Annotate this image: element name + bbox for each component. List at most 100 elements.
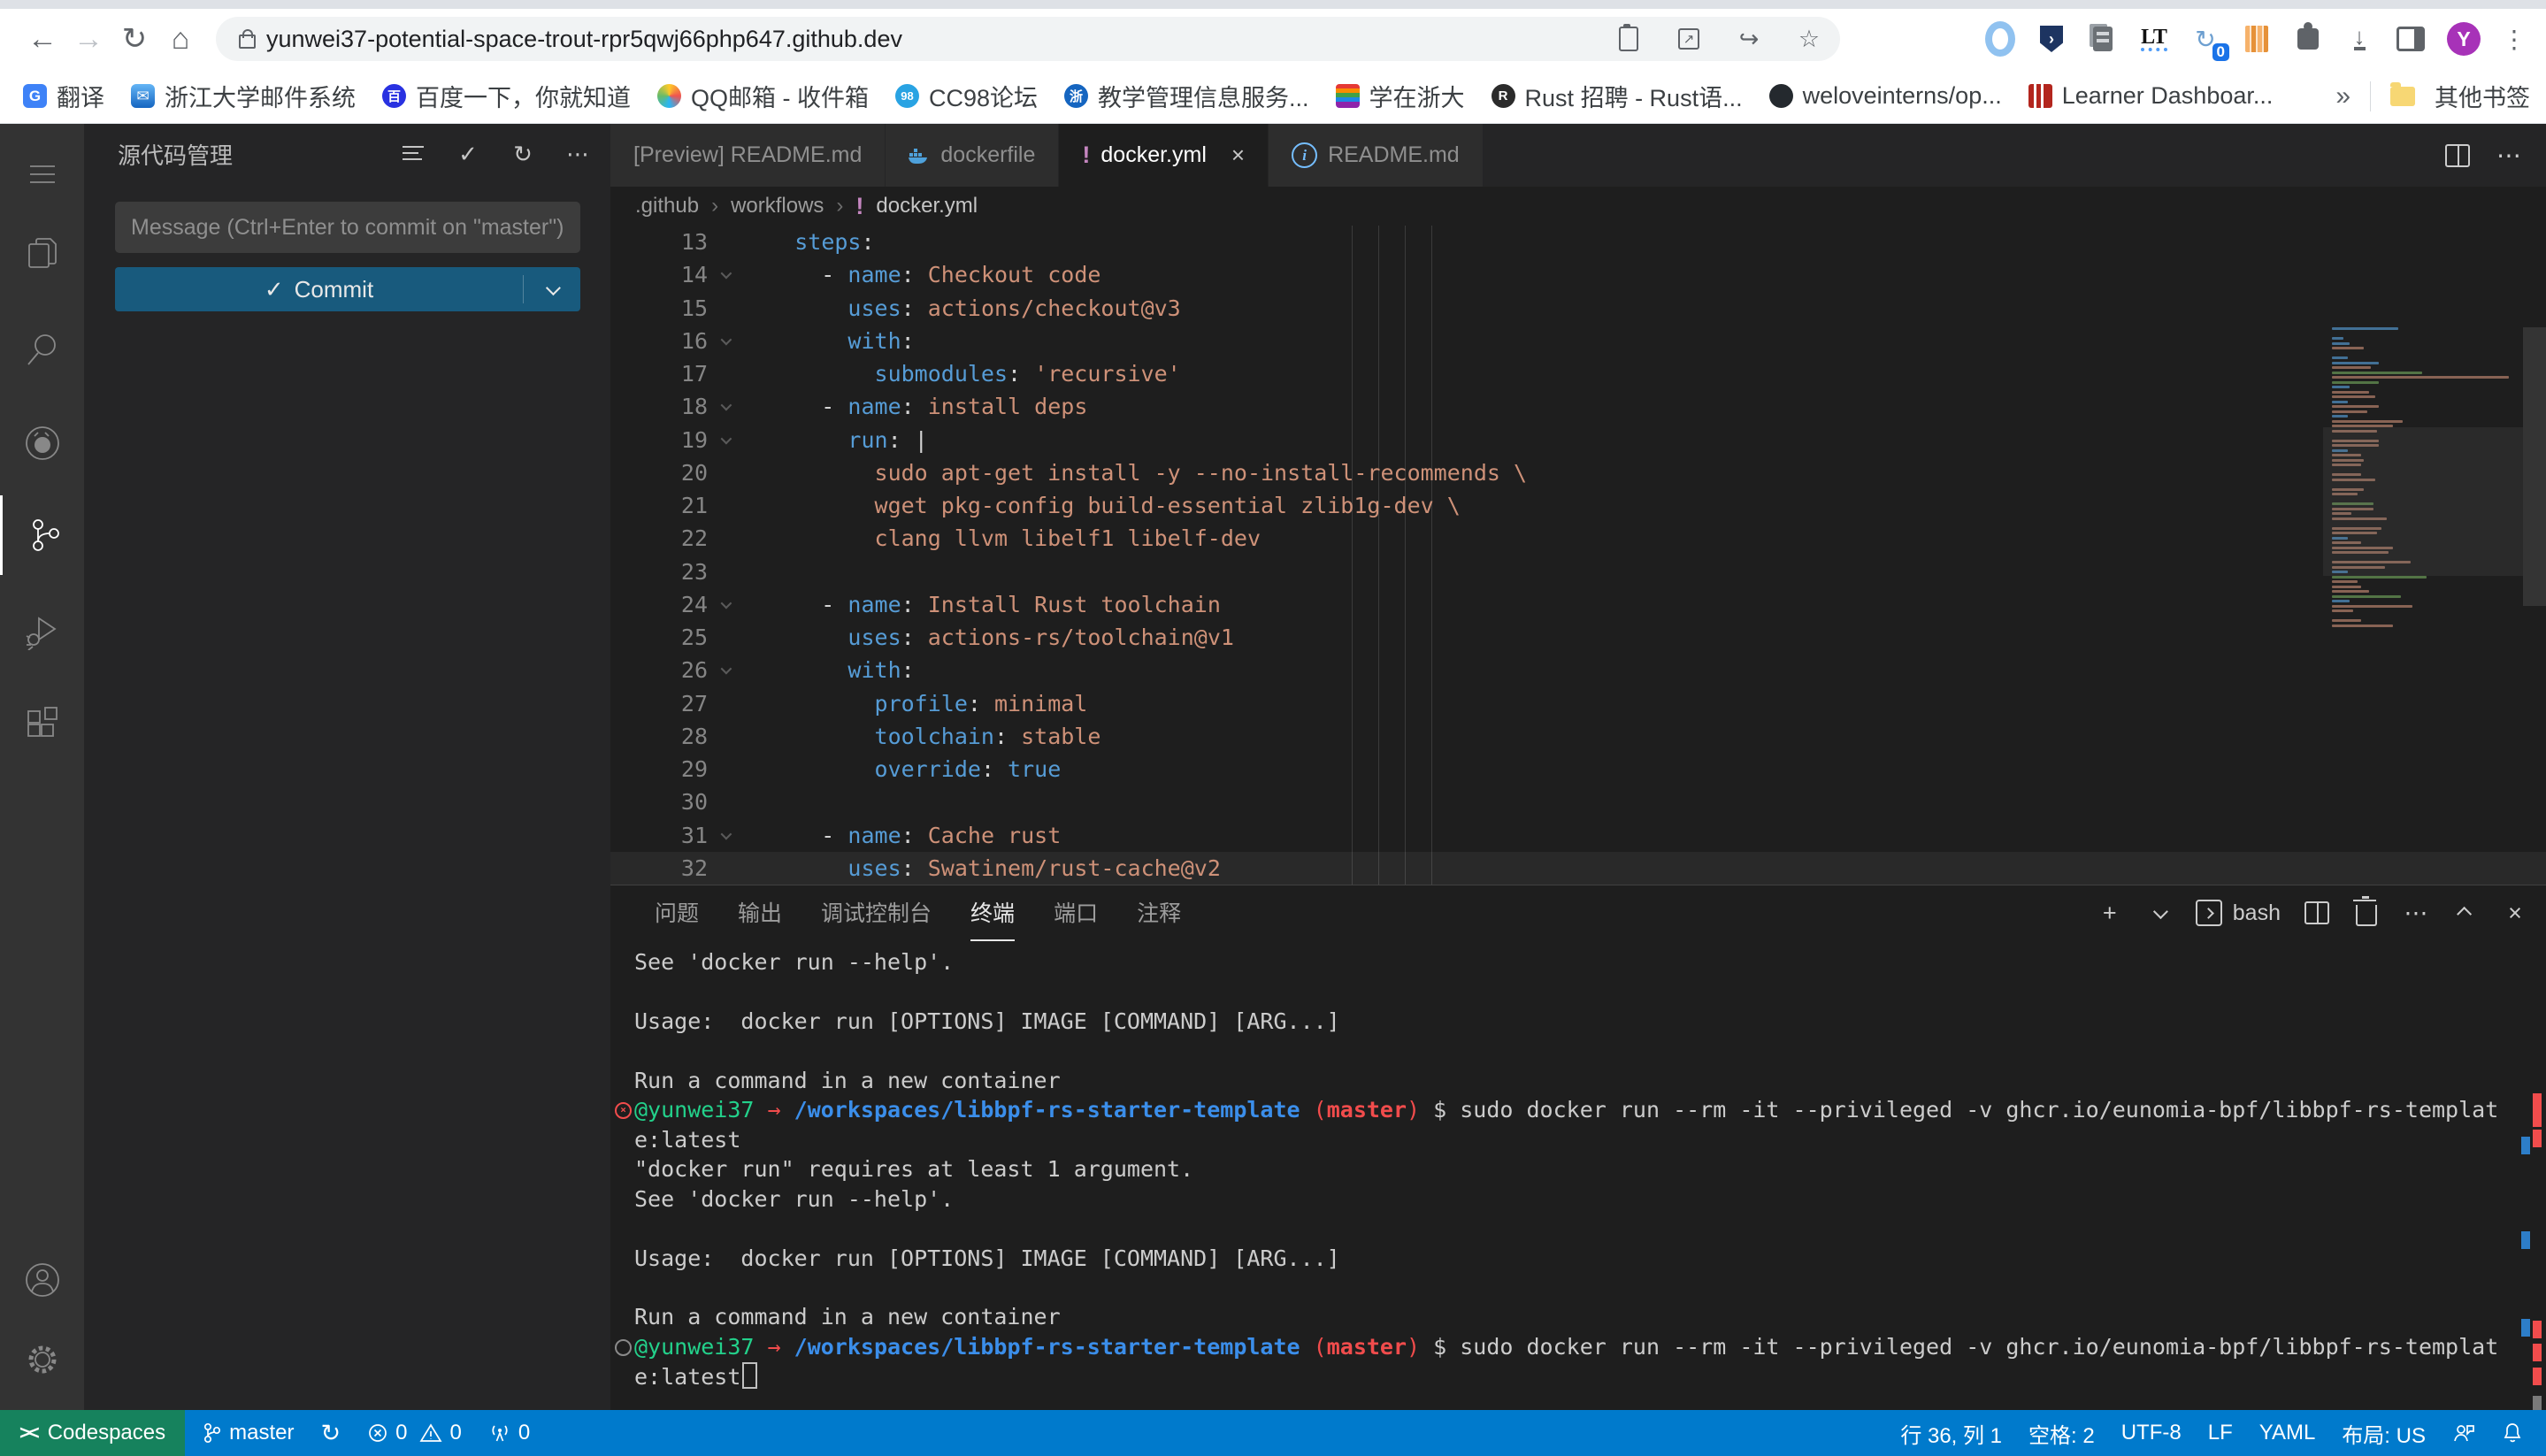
other-bookmarks-label[interactable]: 其他书签 (2435, 79, 2530, 113)
code-line-13[interactable]: 13 steps: (610, 226, 2546, 258)
extensions-icon[interactable] (0, 685, 84, 764)
branch-status[interactable]: master (192, 1410, 304, 1456)
panel-tab-端口[interactable]: 端口 (1054, 885, 1098, 941)
breadcrumb-item[interactable]: .github (635, 194, 699, 218)
sync-status[interactable]: ↻ (310, 1410, 351, 1456)
keyboard-layout[interactable]: 布局: US (2331, 1410, 2436, 1456)
panel-tab-输出[interactable]: 输出 (738, 885, 782, 941)
code-line-27[interactable]: 27 profile: minimal (610, 687, 2546, 720)
code-line-23[interactable]: 23 (610, 556, 2546, 588)
code-line-29[interactable]: 29 override: true (610, 753, 2546, 785)
url-text[interactable]: yunwei37-potential-space-trout-rpr5qwj66… (266, 26, 902, 53)
code-line-25[interactable]: 25 uses: actions-rs/toolchain@v1 (610, 621, 2546, 654)
code-line-21[interactable]: 21 wget pkg-config build-essential zlib1… (610, 489, 2546, 522)
bookmark-item[interactable]: 98CC98论坛 (888, 75, 1045, 117)
indentation[interactable]: 空格: 2 (2018, 1410, 2105, 1456)
editor-more-actions-icon[interactable]: ⋯ (2496, 141, 2521, 170)
breadcrumb-item[interactable]: docker.yml (876, 194, 978, 218)
bookmark-item[interactable]: weloveinterns/op... (1762, 79, 2009, 113)
code-line-22[interactable]: 22 clang llvm libelf1 libelf-dev (610, 522, 2546, 555)
eol[interactable]: LF (2197, 1410, 2243, 1456)
code-line-24[interactable]: 24 - name: Install Rust toolchain (610, 588, 2546, 621)
more-actions-icon[interactable]: ⋯ (563, 139, 593, 169)
profile-avatar[interactable]: Y (2447, 22, 2481, 56)
editor-scrollbar[interactable] (2523, 327, 2546, 606)
kill-terminal-icon[interactable] (2353, 898, 2380, 928)
forward-icon[interactable]: → (65, 16, 111, 62)
code-line-31[interactable]: 31 - name: Cache rust (610, 819, 2546, 852)
split-terminal-icon[interactable] (2304, 898, 2330, 928)
tab-dockerfile[interactable]: dockerfile (886, 124, 1059, 187)
terminal[interactable]: See 'docker run --help'.Usage: docker ru… (610, 947, 2546, 1411)
fold-chevron-icon[interactable] (708, 666, 741, 674)
commit-message-input[interactable] (115, 202, 580, 253)
view-as-list-icon[interactable] (398, 139, 428, 169)
side-panel-icon[interactable] (2396, 24, 2426, 54)
fold-chevron-icon[interactable] (708, 337, 741, 345)
code-editor[interactable]: 13 steps:14 - name: Checkout code15 uses… (610, 226, 2546, 885)
tab--preview-readme-md[interactable]: [Preview] README.md (610, 124, 886, 187)
code-line-20[interactable]: 20 sudo apt-get install -y --no-install-… (610, 456, 2546, 489)
bookmark-item[interactable]: 学在浙大 (1329, 75, 1472, 117)
panel-tab-问题[interactable]: 问题 (655, 885, 699, 941)
remote-indicator[interactable]: >< Codespaces (0, 1410, 185, 1456)
bookmarks-overflow-icon[interactable]: » (2335, 81, 2350, 111)
fold-chevron-icon[interactable] (708, 436, 741, 444)
bookmark-item[interactable]: ✉浙江大学邮件系统 (124, 75, 363, 117)
clipboard-icon[interactable] (1614, 24, 1644, 54)
commit-dropdown-button[interactable] (524, 284, 580, 295)
cursor-position[interactable]: 行 36, 列 1 (1890, 1410, 2013, 1456)
code-line-32[interactable]: 32 uses: Swatinem/rust-cache@v2 (610, 852, 2546, 885)
maximize-panel-icon[interactable] (2452, 898, 2479, 928)
commit-button[interactable]: ✓ Commit (115, 267, 580, 311)
fold-chevron-icon[interactable] (708, 271, 741, 279)
code-line-28[interactable]: 28 toolchain: stable (610, 720, 2546, 753)
accounts-icon[interactable] (0, 1240, 84, 1320)
menu-icon[interactable] (0, 134, 84, 214)
panel-tab-终端[interactable]: 终端 (970, 885, 1015, 941)
search-icon[interactable] (0, 310, 84, 389)
github-icon[interactable] (0, 403, 84, 483)
extension-blue-ring-icon[interactable] (1985, 24, 2015, 54)
fold-chevron-icon[interactable] (708, 601, 741, 609)
home-icon[interactable]: ⌂ (157, 16, 203, 62)
lock-icon[interactable] (239, 34, 256, 49)
bookmark-item[interactable]: 百百度一下，你就知道 (375, 75, 638, 117)
browser-menu-icon[interactable]: ⋮ (2502, 25, 2527, 54)
extension-languagetool-icon[interactable]: LT (2139, 24, 2169, 54)
bookmark-item[interactable]: G翻译 (16, 75, 111, 117)
code-line-17[interactable]: 17 submodules: 'recursive' (610, 357, 2546, 390)
extensions-puzzle-icon[interactable] (2293, 24, 2323, 54)
new-terminal-icon[interactable]: + (2097, 898, 2123, 928)
close-panel-icon[interactable]: × (2502, 898, 2528, 928)
source-control-icon[interactable] (0, 495, 87, 575)
language-mode[interactable]: YAML (2249, 1410, 2327, 1456)
bookmark-item[interactable]: RRust 招聘 - Rust语... (1484, 75, 1750, 117)
reload-icon[interactable]: ↻ (111, 16, 157, 62)
bookmark-item[interactable]: Learner Dashboar... (2021, 79, 2281, 113)
explorer-icon[interactable] (0, 214, 84, 294)
code-line-18[interactable]: 18 - name: install deps (610, 390, 2546, 423)
code-line-19[interactable]: 19 run: | (610, 424, 2546, 456)
fold-chevron-icon[interactable] (708, 402, 741, 410)
downloads-icon[interactable]: ↓ (2344, 24, 2374, 54)
share-icon[interactable]: ↪ (1734, 24, 1764, 54)
encoding[interactable]: UTF-8 (2111, 1410, 2192, 1456)
extension-refresh-badge-icon[interactable]: ↻0 (2190, 24, 2220, 54)
split-editor-icon[interactable] (2445, 144, 2470, 167)
code-line-16[interactable]: 16 with: (610, 325, 2546, 357)
code-line-14[interactable]: 14 - name: Checkout code (610, 258, 2546, 291)
minimap-slider[interactable] (2323, 427, 2523, 576)
notifications-bell-icon[interactable] (2491, 1410, 2534, 1456)
extension-highlighter-icon[interactable] (2242, 24, 2272, 54)
tab-readme-md[interactable]: iREADME.md (1269, 124, 1484, 187)
bookmark-item[interactable]: QQ邮箱 - 收件箱 (650, 75, 876, 117)
code-line-30[interactable]: 30 (610, 785, 2546, 818)
back-icon[interactable]: ← (19, 16, 65, 62)
minimap[interactable] (2325, 327, 2521, 885)
commit-check-icon[interactable]: ✓ (453, 139, 483, 169)
terminal-shell-icon[interactable] (2196, 898, 2222, 928)
settings-gear-icon[interactable] (0, 1320, 84, 1399)
panel-more-actions-icon[interactable]: ⋯ (2403, 898, 2429, 928)
extension-notes-icon[interactable] (2088, 24, 2118, 54)
